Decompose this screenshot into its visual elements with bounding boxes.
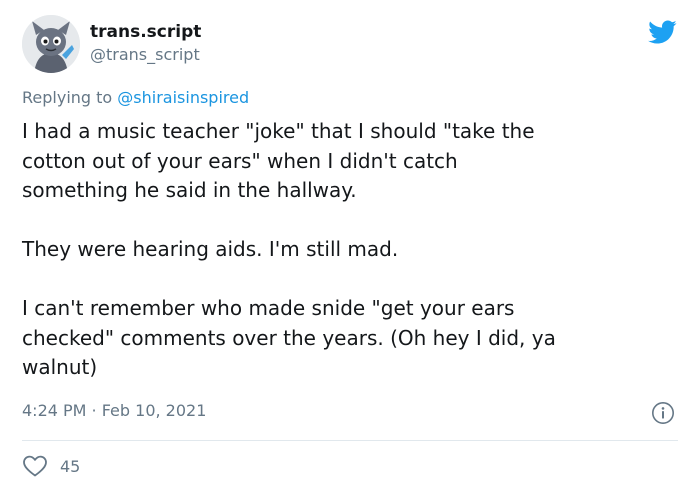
author-handle[interactable]: @trans_script bbox=[90, 45, 200, 64]
tweet-text-line: something he said in the hallway. bbox=[22, 178, 357, 202]
tweet-text-line: I can't remember who made snide "get you… bbox=[22, 296, 515, 320]
tweet-card: trans.script @trans_script Replying to @… bbox=[0, 0, 700, 494]
tweet-text-line: They were hearing aids. I'm still mad. bbox=[22, 237, 399, 261]
reply-prefix: Replying to bbox=[22, 88, 113, 107]
tweet-text-line: I had a music teacher "joke" that I shou… bbox=[22, 119, 535, 143]
tweet-text-line: walnut) bbox=[22, 355, 98, 379]
twitter-bird-icon[interactable] bbox=[645, 17, 679, 47]
tweet-text-line: cotton out of your ears" when I didn't c… bbox=[22, 148, 458, 173]
tweet-timestamp-link[interactable]: 4:24 PM · Feb 10, 2021 bbox=[22, 401, 206, 420]
heart-icon[interactable] bbox=[22, 454, 48, 478]
avatar[interactable] bbox=[22, 15, 80, 73]
author-display-name[interactable]: trans.script bbox=[90, 22, 201, 42]
tweet-text: I had a music teacher "joke" that I shou… bbox=[22, 117, 682, 383]
reply-mention-link[interactable]: @shiraisinspired bbox=[117, 88, 249, 107]
reply-context: Replying to @shiraisinspired bbox=[22, 88, 249, 107]
info-icon[interactable] bbox=[651, 401, 675, 425]
like-action[interactable]: 45 bbox=[22, 453, 80, 479]
cartoon-character-avatar-icon bbox=[22, 15, 80, 73]
tweet-text-line: checked" comments over the years. (Oh he… bbox=[22, 325, 556, 350]
divider bbox=[22, 440, 678, 441]
like-count: 45 bbox=[60, 456, 81, 476]
